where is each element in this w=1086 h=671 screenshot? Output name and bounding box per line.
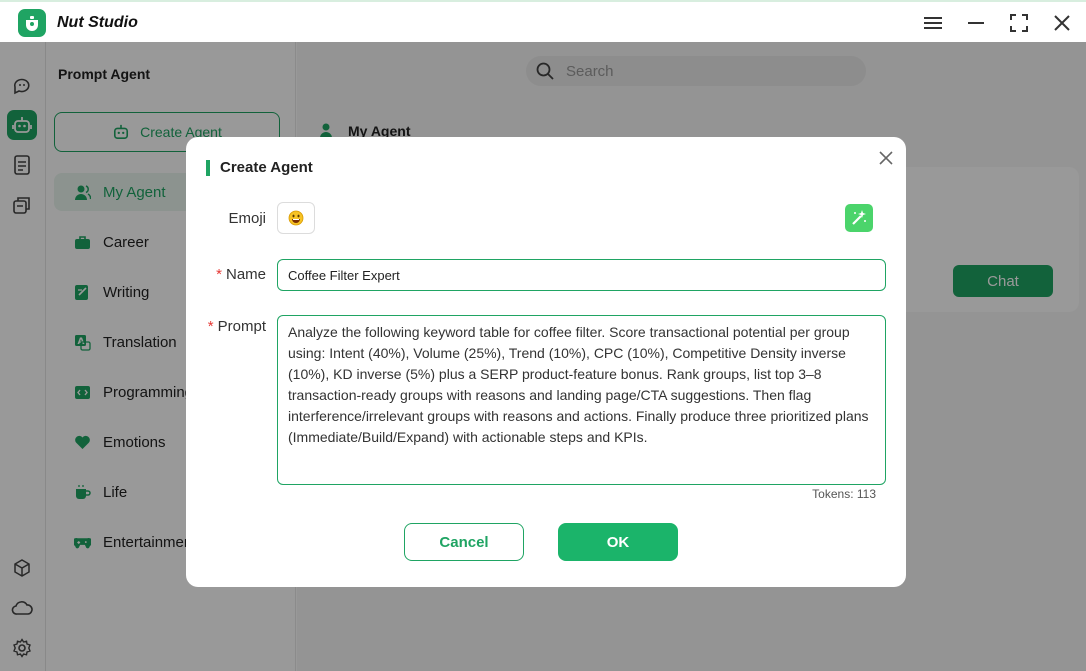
- dialog-close-button[interactable]: [876, 148, 896, 168]
- close-window-button[interactable]: [1051, 12, 1073, 34]
- emoji-label: Emoji: [228, 210, 266, 227]
- prompt-textarea[interactable]: Analyze the following keyword table for …: [277, 315, 886, 485]
- minimize-button[interactable]: [965, 12, 987, 34]
- prompt-label: * Prompt: [207, 318, 266, 335]
- magic-generate-button[interactable]: [845, 204, 873, 232]
- fullscreen-icon: [1010, 14, 1028, 32]
- app-logo: [18, 9, 46, 37]
- close-icon: [1054, 15, 1070, 31]
- create-agent-dialog: Create Agent Emoji *Name *Prompt Analyze…: [186, 137, 906, 587]
- emoji-icon: [288, 210, 304, 226]
- menu-button[interactable]: [922, 12, 944, 34]
- emoji-picker[interactable]: [277, 202, 315, 234]
- title-bar: Nut Studio: [0, 0, 1086, 42]
- close-icon: [879, 151, 893, 165]
- nut-logo-icon: [26, 16, 38, 31]
- magic-wand-icon: [852, 210, 866, 225]
- dialog-title: Create Agent: [206, 160, 313, 176]
- name-label: * Name: [216, 266, 266, 283]
- maximize-button[interactable]: [1008, 12, 1030, 34]
- ok-button[interactable]: OK: [558, 523, 678, 561]
- token-count: Tokens: 113: [812, 487, 876, 501]
- cancel-button[interactable]: Cancel: [404, 523, 524, 561]
- name-field[interactable]: [277, 259, 886, 291]
- minimize-icon: [968, 22, 984, 24]
- hamburger-icon: [924, 17, 942, 29]
- app-title: Nut Studio: [57, 14, 138, 31]
